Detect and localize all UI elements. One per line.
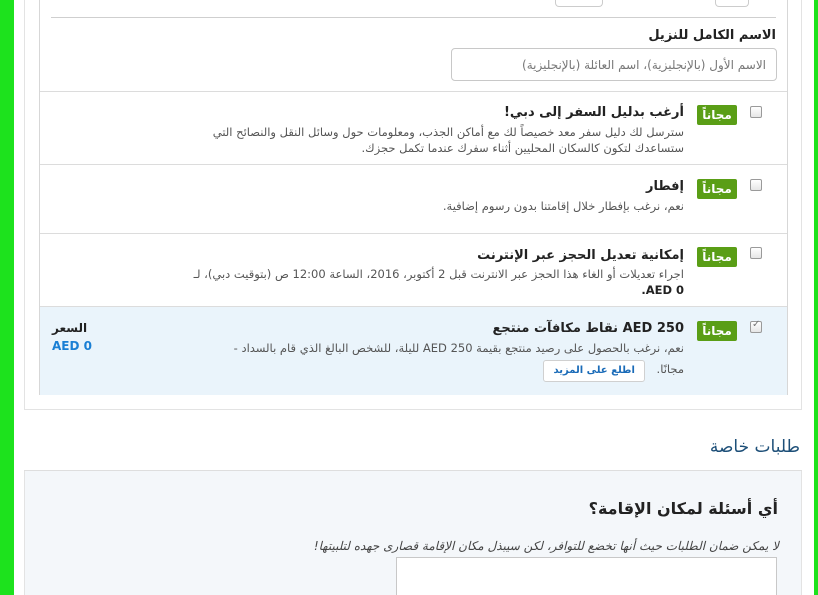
option-desc-line: نعم، نرغب بإفطار خلال إقامتنا بدون رسوم … — [442, 199, 684, 213]
top-select-box[interactable] — [555, 0, 603, 7]
option-online-modification: مجاناً إمكانية تعديل الحجز عبر الإنترنت … — [40, 233, 787, 306]
questions-note: لا يمكن ضمان الطلبات حيث أنها تخضع للتوا… — [313, 539, 779, 553]
resort-credit-checkbox[interactable] — [750, 319, 762, 333]
questions-heading: أي أسئلة لمكان الإقامة؟ — [588, 499, 778, 518]
price-value: AED 0 — [52, 339, 92, 353]
questions-textarea[interactable] — [396, 557, 777, 595]
divider — [51, 17, 776, 18]
option-desc-line: سترسل لك دليل سفر معد خصيصاً لك مع أماكن… — [212, 125, 684, 139]
modification-checkbox[interactable] — [750, 247, 762, 259]
option-travel-guide: مجاناً أرغب بدليل السفر إلى دبي! سترسل ل… — [40, 91, 787, 164]
guest-name-placeholder: الاسم الأول (بالإنجليزية)، اسم العائلة (… — [522, 57, 766, 72]
option-desc-line: اجراء تعديلات أو الغاء هذا الحجز عبر الا… — [193, 267, 684, 281]
free-badge: مجاناً — [697, 179, 737, 199]
learn-more-button[interactable]: اطلع على المزيد — [543, 360, 645, 382]
option-description: اجراء تعديلات أو الغاء هذا الحجز عبر الا… — [184, 266, 684, 298]
free-badge: مجاناً — [697, 247, 737, 267]
option-title: إمكانية تعديل الحجز عبر الإنترنت — [477, 248, 684, 263]
special-requests-heading: طلبات خاصة — [709, 437, 800, 457]
room-options-card: الاسم الكامل للنزيل الاسم الأول (بالإنجل… — [39, 0, 788, 395]
option-desc-line: نعم، نرغب بالحصول على رصيد منتجع بقيمة 2… — [233, 341, 684, 355]
left-frame-border — [0, 0, 14, 595]
top-selectors — [40, 0, 787, 8]
travel-guide-checkbox[interactable] — [750, 106, 762, 118]
option-desc-line: AED 0. — [641, 283, 684, 297]
free-badge: مجاناً — [697, 105, 737, 125]
option-title: 250 AED نقاط مكافآت منتجع — [492, 321, 684, 336]
option-description: نعم، نرغب بالحصول على رصيد منتجع بقيمة 2… — [184, 340, 684, 382]
option-breakfast: مجاناً إفطار نعم، نرغب بإفطار خلال إقامت… — [40, 164, 787, 233]
guest-name-input[interactable]: الاسم الأول (بالإنجليزية)، اسم العائلة (… — [451, 48, 777, 81]
option-title: إفطار — [646, 179, 684, 194]
option-description: سترسل لك دليل سفر معد خصيصاً لك مع أماكن… — [184, 124, 684, 156]
top-select-box[interactable] — [715, 0, 749, 7]
option-title: أرغب بدليل السفر إلى دبي! — [503, 105, 684, 120]
option-description: نعم، نرغب بإفطار خلال إقامتنا بدون رسوم … — [184, 198, 684, 214]
option-desc-line: ستساعدك لتكون كالسكان المحليين أثناء سفر… — [361, 141, 684, 155]
price-label: السعر — [52, 321, 88, 335]
right-frame-border — [814, 0, 818, 595]
free-badge: مجاناً — [697, 321, 737, 341]
option-desc-line: مجانًا. — [656, 362, 684, 376]
guest-name-label: الاسم الكامل للنزيل — [648, 28, 776, 43]
questions-panel: أي أسئلة لمكان الإقامة؟ لا يمكن ضمان الط… — [24, 471, 802, 595]
option-resort-credit: مجاناً 250 AED نقاط مكافآت منتجع نعم، نر… — [40, 306, 787, 395]
breakfast-checkbox[interactable] — [750, 179, 762, 191]
